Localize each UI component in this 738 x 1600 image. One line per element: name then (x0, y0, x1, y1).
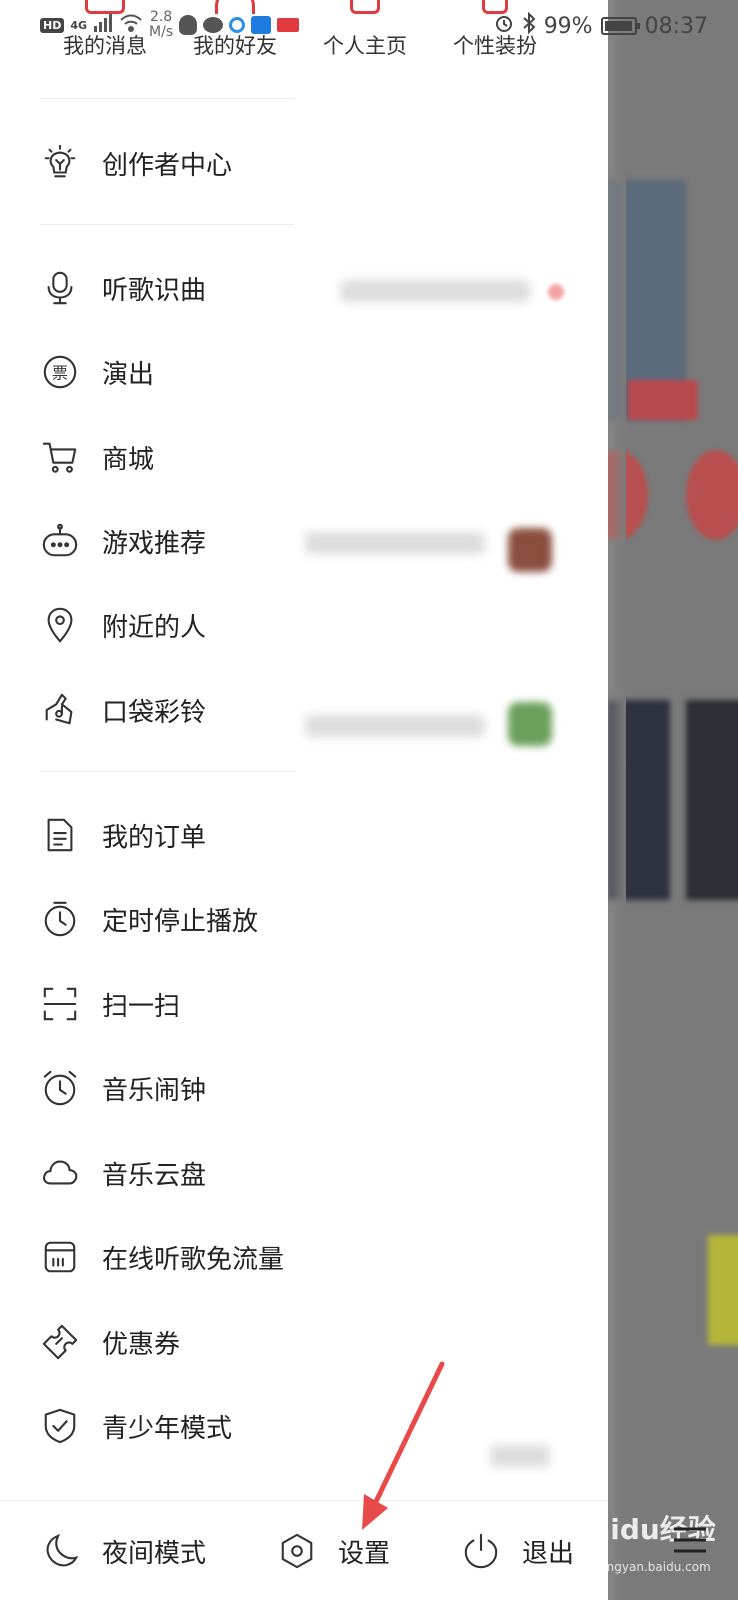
cloud-icon (40, 1153, 80, 1193)
menu-item-label: 我的订单 (102, 822, 207, 853)
battery-percent: 99% (543, 13, 593, 39)
speed-value: 2.8 (149, 9, 173, 25)
alarm-status-icon (494, 13, 514, 39)
menu-item-nearby-people[interactable]: 附近的人 (40, 590, 310, 660)
battery-icon (600, 17, 640, 35)
qq-icon (179, 15, 198, 35)
menu-item-label: 音乐闹钟 (102, 1075, 207, 1106)
divider (40, 224, 294, 225)
menu-item-scan[interactable]: 扫一扫 (40, 969, 310, 1039)
menu-item-label: 音乐云盘 (102, 1160, 207, 1191)
zhihu-icon (251, 16, 272, 34)
menu-icon (674, 1527, 706, 1553)
timer-icon (40, 899, 80, 939)
gamepad-icon (40, 521, 80, 561)
moon-icon (46, 1533, 79, 1567)
browser-icon (229, 17, 246, 33)
status-bar: HD 4G 2.8 M/s 99% 08:37 (0, 0, 738, 50)
scan-icon (40, 984, 80, 1024)
menu-item-pocket-ringtone[interactable]: 口袋彩铃 (40, 675, 310, 745)
menu-item-shows[interactable]: 票 演出 (40, 337, 310, 407)
blurred-text (305, 532, 485, 554)
blurred-text (490, 1445, 550, 1467)
menu-item-label: 优惠券 (102, 1329, 181, 1360)
ringtone-thumbnail (508, 702, 552, 746)
watermark-sub: jingyan.baidu.com (600, 1560, 711, 1574)
settings-hexagon-icon (281, 1533, 313, 1569)
power-icon (464, 1533, 498, 1569)
menu-item-label: 创作者中心 (102, 150, 233, 181)
menu-item-song-recognition[interactable]: 听歌识曲 (40, 253, 310, 323)
coupon-icon (40, 1322, 80, 1362)
side-drawer: 我的消息 我的好友 个人主页 个性装扮 创作者中心 听歌识曲 票 演出 商城 游… (0, 0, 608, 1600)
ticket-icon: 票 (40, 352, 80, 392)
menu-item-label: 听歌识曲 (102, 275, 207, 306)
clock: 08:37 (644, 13, 708, 39)
menu-item-teen-mode[interactable]: 青少年模式 (40, 1391, 310, 1461)
night-mode-button[interactable]: 夜间模式 (42, 1501, 206, 1600)
order-icon (40, 815, 80, 855)
divider (40, 98, 294, 99)
logout-label: 退出 (522, 1538, 575, 1569)
menu-item-music-cloud[interactable]: 音乐云盘 (40, 1138, 310, 1208)
location-pin-icon (40, 605, 80, 645)
menu-item-creator-center[interactable]: 创作者中心 (40, 128, 310, 198)
menu-item-free-data[interactable]: 在线听歌免流量 (40, 1222, 310, 1292)
menu-item-label: 定时停止播放 (102, 906, 259, 937)
wifi-icon (119, 13, 143, 37)
hd-badge: HD (40, 17, 65, 33)
music-note-icon (40, 690, 80, 730)
menu-item-label: 在线听歌免流量 (102, 1244, 285, 1275)
menu-item-label: 商城 (102, 444, 155, 475)
alarm-icon (40, 1068, 80, 1108)
menu-item-label: 附近的人 (102, 612, 207, 643)
menu-item-game-recommend[interactable]: 游戏推荐 (40, 506, 310, 576)
blurred-text (340, 280, 530, 302)
network-type: 4G (70, 18, 88, 32)
menu-item-label: 演出 (102, 359, 155, 390)
drawer-bottom-bar: 夜间模式 设置 退出 (0, 1500, 608, 1600)
toutiao-icon (277, 18, 300, 32)
signal-icon (93, 13, 113, 37)
notification-dot (548, 284, 564, 300)
menu-item-mall[interactable]: 商城 (40, 422, 310, 492)
speed-unit: M/s (149, 24, 174, 40)
night-mode-label: 夜间模式 (102, 1538, 207, 1569)
sim-card-icon (40, 1237, 80, 1277)
annotation-arrow (362, 1361, 445, 1530)
menu-item-label: 游戏推荐 (102, 528, 207, 559)
menu-item-my-orders[interactable]: 我的订单 (40, 800, 310, 870)
menu-item-label: 扫一扫 (102, 991, 181, 1022)
background-app (608, 0, 738, 1600)
microphone-icon (40, 268, 80, 308)
menu-item-label: 青少年模式 (102, 1413, 233, 1444)
divider (40, 771, 294, 772)
shield-icon (40, 1406, 80, 1446)
svg-text:票: 票 (52, 364, 68, 383)
menu-item-sleep-timer[interactable]: 定时停止播放 (40, 884, 310, 954)
logout-button[interactable]: 退出 (462, 1501, 574, 1600)
settings-label: 设置 (338, 1538, 391, 1569)
wechat-icon (203, 17, 224, 33)
network-speed: 2.8 M/s (149, 10, 173, 40)
blurred-text (305, 715, 485, 737)
menu-item-coupons[interactable]: 优惠券 (40, 1307, 310, 1377)
cart-icon (40, 437, 80, 477)
menu-item-music-alarm[interactable]: 音乐闹钟 (40, 1053, 310, 1123)
bluetooth-icon (522, 11, 536, 40)
game-thumbnail (508, 528, 552, 572)
menu-item-label: 口袋彩铃 (102, 697, 207, 728)
lightbulb-icon (40, 143, 80, 183)
